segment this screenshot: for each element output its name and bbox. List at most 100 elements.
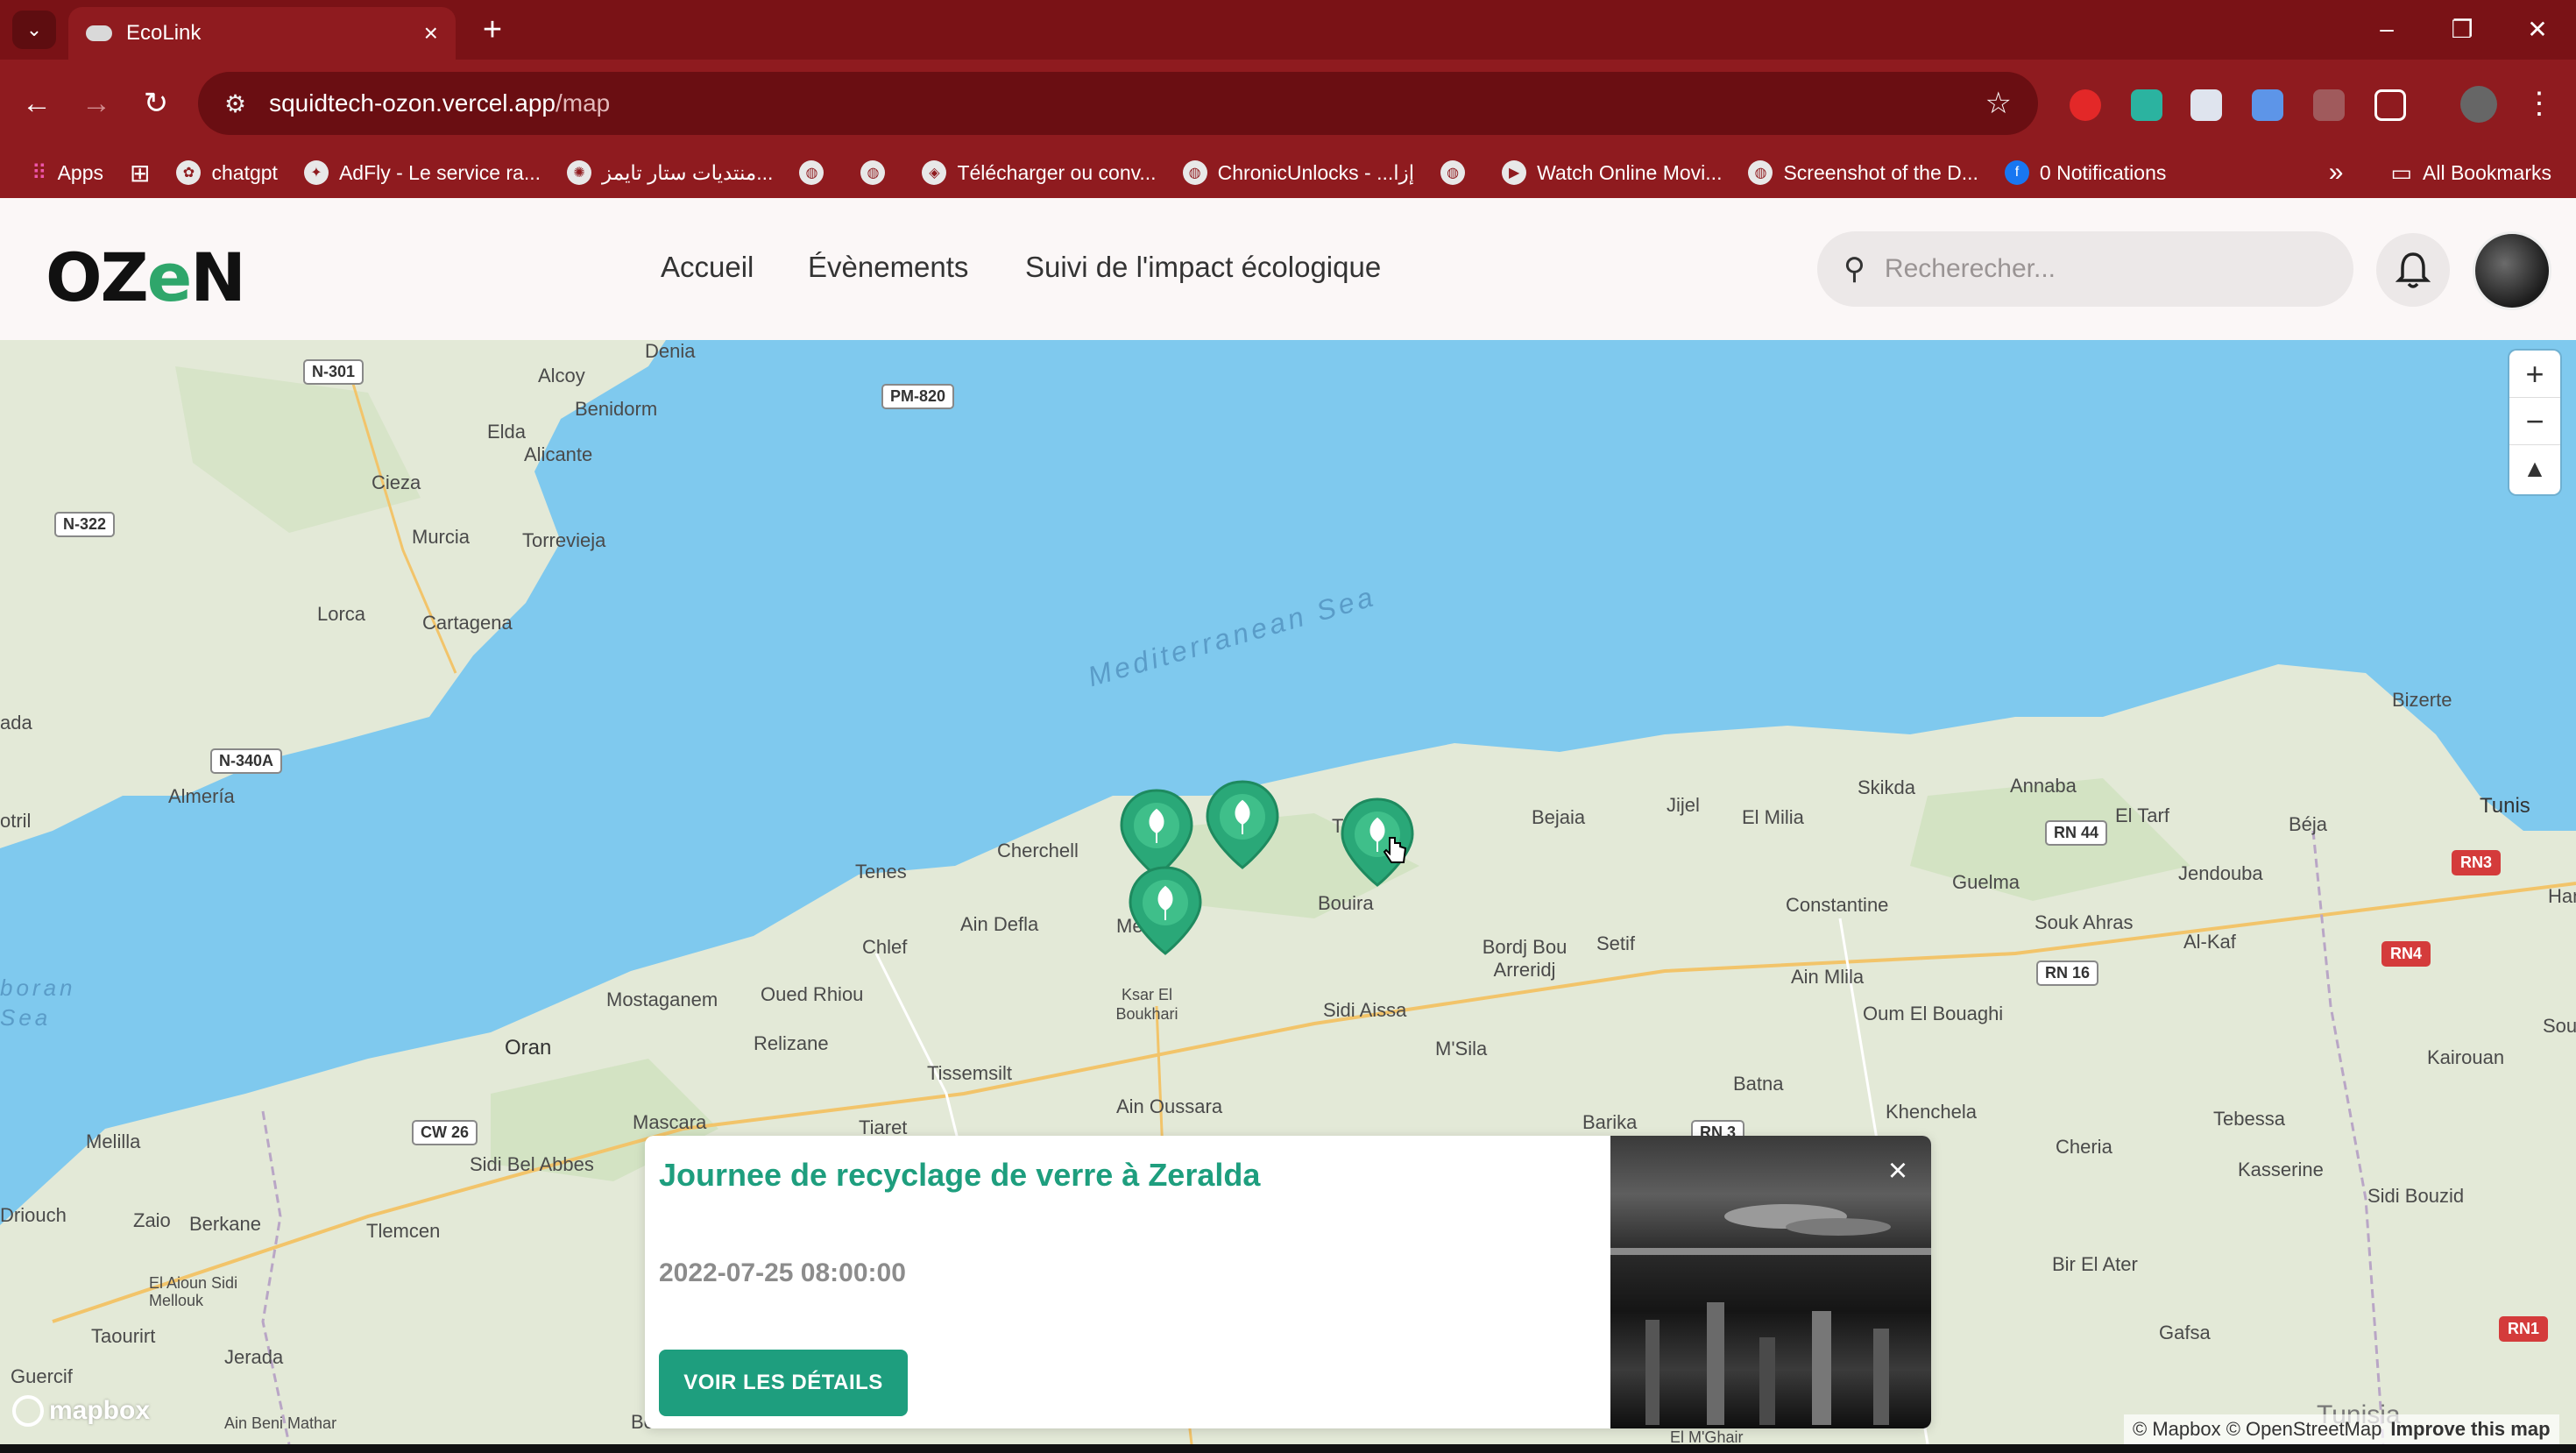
facebook-icon: f (2004, 160, 2029, 185)
place-label: Souk Ahras (2035, 911, 2134, 933)
bookmark-tabs-grid[interactable]: ⊞ (130, 159, 150, 188)
close-tab-icon[interactable]: × (424, 19, 438, 47)
extension-docs-icon[interactable] (2252, 89, 2283, 121)
new-tab-button[interactable]: + (473, 11, 512, 49)
place-label: Tlemcen (366, 1220, 441, 1242)
zoom-out-button[interactable]: − (2509, 398, 2560, 445)
place-label: Batna (1733, 1073, 1784, 1095)
place-label: Oued Rhiou (761, 983, 864, 1005)
bookmark-adfly[interactable]: ✦ AdFly - Le service ra... (303, 160, 541, 185)
place-label: Almería (168, 785, 235, 807)
notifications-button[interactable] (2376, 233, 2450, 307)
place-label: Oran (505, 1036, 552, 1060)
startimes-icon: ✺ (567, 160, 592, 185)
event-marker[interactable] (1127, 862, 1204, 959)
place-label: Ain Defla (960, 913, 1039, 935)
grid-icon: ⊞ (130, 159, 151, 187)
place-label: Elda (487, 421, 527, 443)
search-box: ⚲ (1817, 231, 2353, 307)
attribution-osm[interactable]: © OpenStreetMap (2226, 1418, 2382, 1441)
bookmark-notifications[interactable]: f0 Notifications (2004, 160, 2166, 185)
place-label: Mascara (633, 1111, 707, 1133)
bookmark-globe-2[interactable]: ◍ (860, 160, 895, 185)
site-info-icon[interactable]: ⚙ (224, 89, 246, 118)
user-avatar[interactable] (2473, 231, 2551, 310)
bookmark-watch-movies[interactable]: ▶ Watch Online Movi... (1502, 160, 1722, 185)
browser-menu-icon[interactable]: ⋮ (2518, 82, 2560, 124)
bookmark-screenshot[interactable]: ◍ Screenshot of the D... (1748, 160, 1978, 185)
place-label: Denia (645, 340, 696, 362)
place-label: Benidorm (575, 398, 658, 420)
road-shield: PM-820 (881, 384, 955, 409)
chevron-down-icon: ⌄ (25, 18, 43, 40)
place-label: otril (0, 810, 32, 832)
bookmark-globe-3[interactable]: ◍ (1440, 160, 1476, 185)
profile-avatar[interactable] (2460, 86, 2497, 123)
place-label: Alcoy (538, 365, 585, 386)
bell-icon (2396, 252, 2431, 288)
extensions-puzzle-icon[interactable] (2374, 89, 2406, 121)
bookmark-globe-1[interactable]: ◍ (799, 160, 834, 185)
place-label: Sous (2543, 1015, 2576, 1037)
place-label: Kairouan (2427, 1046, 2505, 1068)
back-icon[interactable]: ← (16, 82, 58, 124)
nav-evenements[interactable]: Évènements (808, 251, 968, 284)
extension-adblock-icon[interactable] (2070, 89, 2101, 121)
place-label: Driouch (0, 1204, 67, 1226)
event-marker[interactable] (1204, 776, 1281, 873)
bookmark-chronicunlocks[interactable]: ◍ ChronicUnlocks - ...إزا (1182, 160, 1414, 185)
bookmark-chatgpt[interactable]: ✿ chatgpt (176, 160, 278, 185)
compass-button[interactable]: ▲ (2509, 445, 2560, 493)
close-popup-icon[interactable]: × (1877, 1150, 1919, 1192)
improve-map-link[interactable]: Improve this map (2390, 1418, 2550, 1441)
sea-label-alboran: boran Sea (0, 975, 76, 1031)
address-url: squidtech-ozon.vercel.app/map (269, 89, 611, 117)
road-shield: N-340A (210, 748, 283, 774)
extension-tool-icon[interactable] (2313, 89, 2345, 121)
all-bookmarks-link[interactable]: All Bookmarks (2423, 161, 2551, 185)
place-label: Setif (1596, 932, 1636, 954)
bookmark-apps[interactable]: ⠿ Apps (32, 160, 103, 186)
place-label: Hamma (2548, 885, 2576, 907)
bookmark-startimes[interactable]: ✺ منتديات ستار تايمز... (567, 160, 773, 185)
address-bar[interactable]: ⚙ squidtech-ozon.vercel.app/map ☆ (198, 72, 2038, 135)
zoom-in-button[interactable]: + (2509, 351, 2560, 398)
nav-accueil[interactable]: Accueil (661, 251, 754, 284)
extension-image-icon[interactable] (2190, 89, 2222, 121)
place-label: Constantine (1786, 894, 1889, 916)
mapbox-logo[interactable]: mapbox (12, 1395, 150, 1427)
restore-window-button[interactable]: ❐ (2436, 9, 2488, 49)
tab-search-button[interactable]: ⌄ (12, 11, 56, 49)
place-label: El Aioun Sidi Mellouk (149, 1274, 238, 1309)
extension-translate-icon[interactable] (2131, 89, 2162, 121)
adfly-icon: ✦ (303, 160, 329, 185)
place-label: Mostaganem (606, 989, 718, 1010)
attribution-mapbox[interactable]: © Mapbox (2133, 1418, 2221, 1441)
road-shield: RN3 (2452, 850, 2502, 875)
minimize-window-button[interactable]: – (2360, 9, 2413, 49)
bookmark-telecharger[interactable]: ◈ Télécharger ou conv... (922, 160, 1157, 185)
browser-tab-strip: ⌄ EcoLink × + – ❐ ✕ (0, 0, 2576, 60)
nav-impact[interactable]: Suivi de l'impact écologique (1025, 251, 1381, 284)
place-label: Cieza (372, 471, 421, 493)
place-label: Bizerte (2392, 689, 2452, 711)
place-label: Cherchell (997, 840, 1079, 861)
bookmarks-right: » ▭ All Bookmarks (2329, 147, 2551, 198)
place-label: Annaba (2010, 775, 2077, 797)
forward-icon[interactable]: → (75, 82, 117, 124)
globe-icon: ◍ (1182, 160, 1207, 185)
close-window-button[interactable]: ✕ (2511, 9, 2564, 49)
road-shield: CW 26 (412, 1120, 478, 1145)
place-label: Cartagena (422, 612, 513, 634)
reload-icon[interactable]: ↻ (135, 82, 177, 124)
bookmark-star-icon[interactable]: ☆ (1985, 86, 2012, 121)
more-bookmarks-icon[interactable]: » (2329, 158, 2344, 188)
voir-details-button[interactable]: VOIR LES DÉTAILS (659, 1350, 908, 1416)
place-label: Sidi Bel Abbes (470, 1153, 594, 1175)
search-input[interactable] (1884, 254, 2305, 284)
place-label: Gafsa (2159, 1322, 2211, 1343)
map-attribution: © Mapbox © OpenStreetMap Improve this ma… (2124, 1414, 2559, 1444)
ozon-logo[interactable]: OZeN (46, 238, 246, 316)
place-label: Cheria (2056, 1136, 2112, 1158)
browser-tab-active[interactable]: EcoLink × (68, 7, 456, 60)
